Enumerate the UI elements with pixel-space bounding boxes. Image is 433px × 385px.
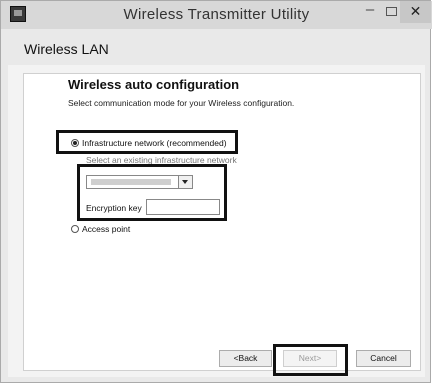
infrastructure-radio-label[interactable]: Infrastructure network (recommended) xyxy=(82,138,227,148)
access-point-radio-label[interactable]: Access point xyxy=(82,224,130,234)
page-header: Wireless LAN xyxy=(8,29,425,65)
title-bar: Wireless Transmitter Utility – ✕ xyxy=(1,1,432,29)
next-button[interactable]: Next> xyxy=(283,350,337,367)
minimize-button[interactable]: – xyxy=(359,2,381,21)
section-title: Wireless auto configuration xyxy=(68,77,240,92)
back-button[interactable]: <Back xyxy=(219,350,272,367)
section-subtitle: Select communication mode for your Wirel… xyxy=(68,98,295,108)
config-panel xyxy=(23,73,421,371)
maximize-icon xyxy=(386,7,397,16)
encryption-key-input[interactable] xyxy=(146,199,220,215)
content-area xyxy=(8,65,425,377)
page-title: Wireless LAN xyxy=(24,41,109,57)
chevron-down-icon[interactable] xyxy=(178,176,192,188)
infrastructure-radio[interactable] xyxy=(71,139,79,147)
maximize-button[interactable] xyxy=(382,3,399,21)
network-select[interactable] xyxy=(86,175,193,189)
cancel-button[interactable]: Cancel xyxy=(356,350,411,367)
access-point-radio[interactable] xyxy=(71,225,79,233)
network-name-redacted xyxy=(91,179,171,185)
close-button[interactable]: ✕ xyxy=(400,1,431,23)
encryption-key-label: Encryption key xyxy=(86,203,142,213)
